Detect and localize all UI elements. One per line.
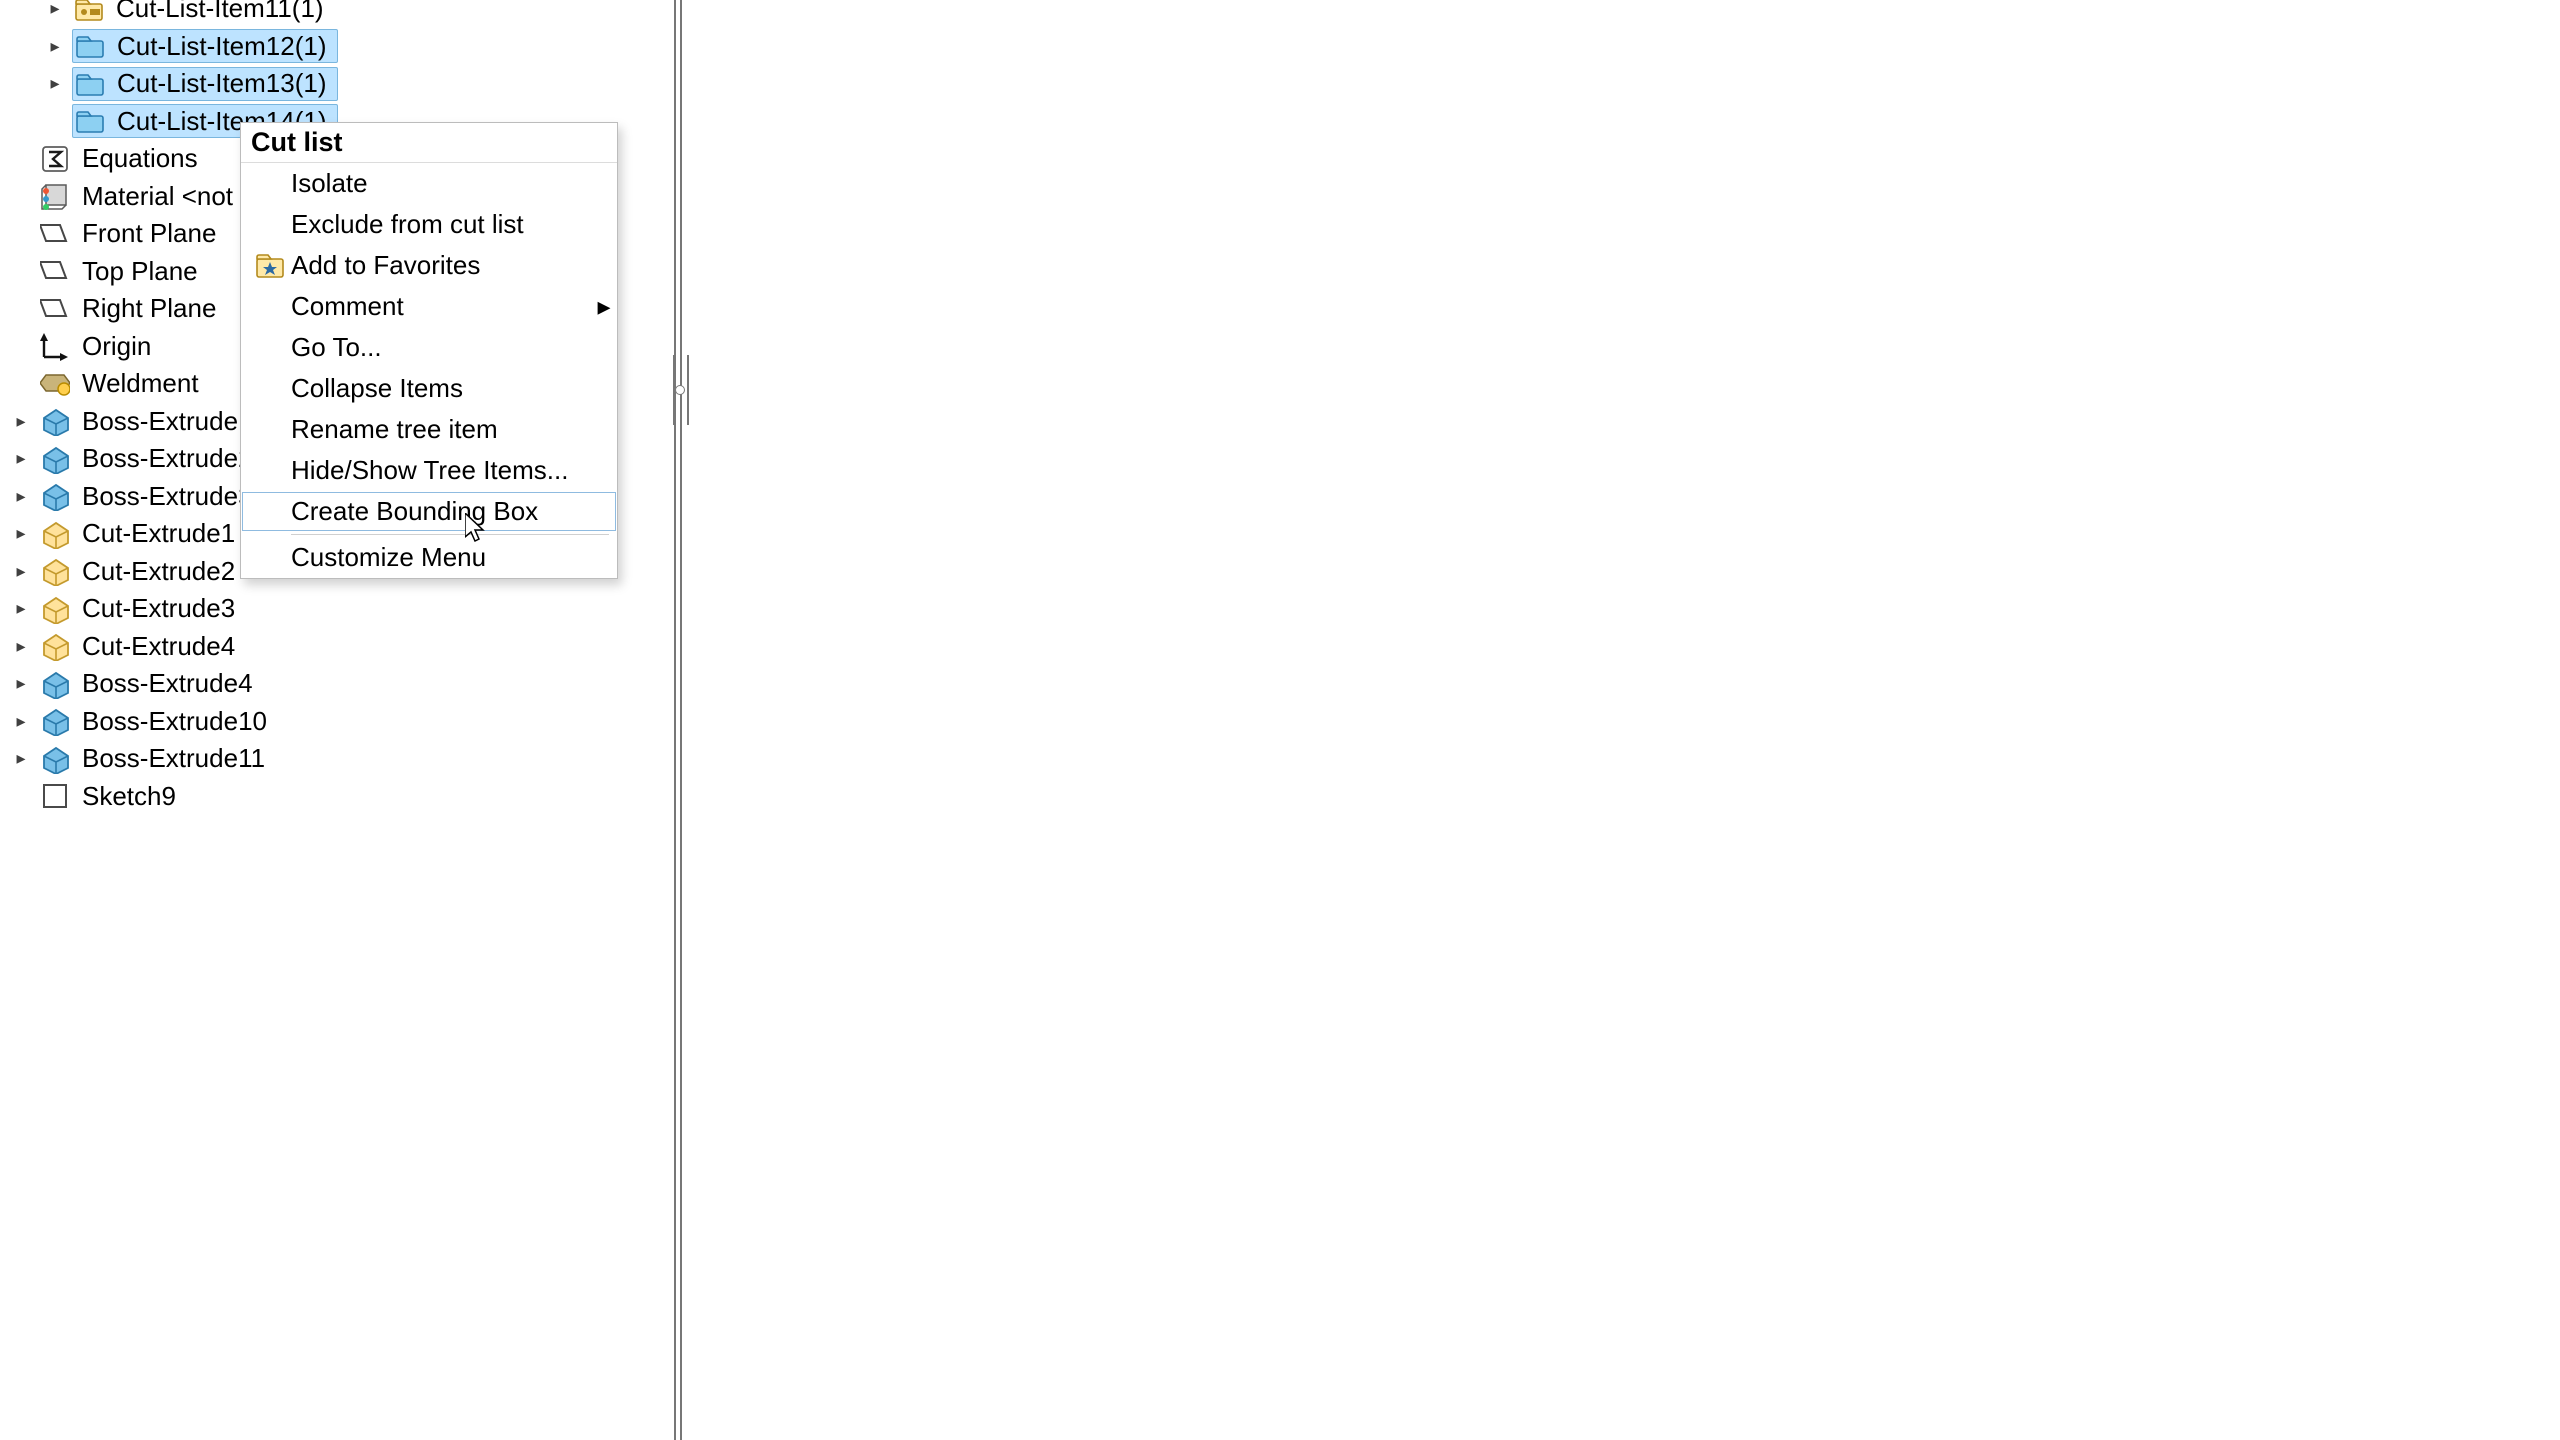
boss-icon <box>38 705 72 737</box>
tree-item-label: Cut-List-Item12(1) <box>113 31 331 62</box>
material-icon <box>38 180 72 212</box>
menu-item[interactable]: Go To... <box>241 327 617 368</box>
expand-chevron-icon[interactable]: ▸ <box>4 748 38 769</box>
menu-item-label: Isolate <box>291 168 591 199</box>
menu-item[interactable]: Rename tree item <box>241 409 617 450</box>
expand-chevron-icon[interactable]: ▸ <box>4 673 38 694</box>
cut-icon <box>38 630 72 662</box>
menu-item-label: Exclude from cut list <box>291 209 591 240</box>
menu-item-label: Rename tree item <box>291 414 591 445</box>
cut-icon <box>38 555 72 587</box>
tree-item-label: Cut-List-Item11(1) <box>112 0 328 24</box>
cutlistitem-icon <box>72 0 106 25</box>
menu-item-label: Customize Menu <box>291 542 591 573</box>
menu-item[interactable]: Customize Menu <box>241 537 617 578</box>
expand-chevron-icon[interactable]: ▸ <box>4 598 38 619</box>
tree-item[interactable]: ▸ Cut-Extrude3 <box>0 590 670 628</box>
tree-item[interactable]: ▸ Cut-List-Item13(1) <box>0 65 670 103</box>
menu-item[interactable]: Create Bounding Box <box>241 491 617 532</box>
menu-item[interactable]: Collapse Items <box>241 368 617 409</box>
panel-divider[interactable] <box>680 0 682 1440</box>
tree-item-label: Right Plane <box>78 293 220 324</box>
plane-icon <box>38 218 72 250</box>
expand-chevron-icon[interactable]: ▸ <box>38 0 72 19</box>
sigma-icon <box>38 143 72 175</box>
tree-item-label: Cut-List-Item13(1) <box>113 68 331 99</box>
cut-icon <box>38 518 72 550</box>
expand-chevron-icon[interactable]: ▸ <box>4 561 38 582</box>
tree-item-label: Front Plane <box>78 218 220 249</box>
tree-item-label: Boss-Extrude2 <box>78 443 257 474</box>
tree-item[interactable]: ▸ Cut-List-Item12(1) <box>0 28 670 66</box>
sketch-icon <box>38 780 72 812</box>
menu-item[interactable]: Hide/Show Tree Items... <box>241 450 617 491</box>
menu-item[interactable]: Isolate <box>241 163 617 204</box>
menu-item[interactable]: Add to Favorites <box>241 245 617 286</box>
tree-item[interactable]: ▸ Cut-Extrude4 <box>0 628 670 666</box>
expand-chevron-icon[interactable]: ▸ <box>38 73 72 94</box>
expand-chevron-icon[interactable]: ▸ <box>4 636 38 657</box>
menu-item-label: Go To... <box>291 332 591 363</box>
menu-item-label: Add to Favorites <box>291 250 591 281</box>
tree-item[interactable]: ▸ Cut-List-Item11(1) <box>0 0 670 28</box>
folder-icon <box>73 105 107 137</box>
expand-chevron-icon[interactable]: ▸ <box>4 711 38 732</box>
panel-divider[interactable] <box>674 0 676 1440</box>
expand-chevron-icon[interactable]: ▸ <box>38 36 72 57</box>
tree-item-label: Boss-Extrude1 <box>78 406 257 437</box>
menu-item[interactable]: Comment▸ <box>241 286 617 327</box>
tree-item-label: Cut-Extrude2 <box>78 556 239 587</box>
boss-icon <box>38 443 72 475</box>
expand-chevron-icon[interactable]: ▸ <box>4 411 38 432</box>
tree-item-label: Boss-Extrude4 <box>78 668 257 699</box>
tree-item-label: Sketch9 <box>78 781 180 812</box>
tree-item-label: Origin <box>78 331 155 362</box>
context-menu: Cut list Isolate Exclude from cut list Add… <box>240 122 618 579</box>
menu-separator <box>291 534 609 535</box>
tree-item-label: Boss-Extrude3 <box>78 481 257 512</box>
tree-item-label: Cut-Extrude3 <box>78 593 239 624</box>
boss-icon <box>38 743 72 775</box>
plane-icon <box>38 255 72 287</box>
tree-item-label: Cut-Extrude1 <box>78 518 239 549</box>
tree-item[interactable]: ▸ Boss-Extrude10 <box>0 703 670 741</box>
tree-item-selected[interactable]: Cut-List-Item13(1) <box>72 67 338 101</box>
menu-item-label: Hide/Show Tree Items... <box>291 455 591 486</box>
favorite-icon <box>249 251 291 281</box>
menu-item-label: Collapse Items <box>291 373 591 404</box>
cut-icon <box>38 593 72 625</box>
tree-item-selected[interactable]: Cut-List-Item12(1) <box>72 29 338 63</box>
tree-item[interactable]: ▸ Boss-Extrude4 <box>0 665 670 703</box>
tree-item-label: Cut-Extrude4 <box>78 631 239 662</box>
menu-item-label: Comment <box>291 291 591 322</box>
menu-item-label: Create Bounding Box <box>291 496 591 527</box>
tree-item-label: Equations <box>78 143 202 174</box>
plane-icon <box>38 293 72 325</box>
weldment-icon <box>38 368 72 400</box>
tree-item[interactable]: Sketch9 <box>0 778 670 816</box>
folder-icon <box>73 30 107 62</box>
tree-item-label: Weldment <box>78 368 203 399</box>
menu-item[interactable]: Exclude from cut list <box>241 204 617 245</box>
boss-icon <box>38 668 72 700</box>
tree-item-label: Boss-Extrude10 <box>78 706 271 737</box>
boss-icon <box>38 405 72 437</box>
tree-item-label: Boss-Extrude11 <box>78 743 269 774</box>
expand-chevron-icon[interactable]: ▸ <box>4 523 38 544</box>
folder-icon <box>73 68 107 100</box>
origin-icon <box>38 330 72 362</box>
panel-divider-dot <box>675 385 685 395</box>
boss-icon <box>38 480 72 512</box>
submenu-chevron-icon: ▸ <box>591 291 617 322</box>
tree-item[interactable]: ▸ Boss-Extrude11 <box>0 740 670 778</box>
context-menu-title: Cut list <box>241 123 617 163</box>
tree-item-label: Top Plane <box>78 256 202 287</box>
expand-chevron-icon[interactable]: ▸ <box>4 486 38 507</box>
expand-chevron-icon[interactable]: ▸ <box>4 448 38 469</box>
